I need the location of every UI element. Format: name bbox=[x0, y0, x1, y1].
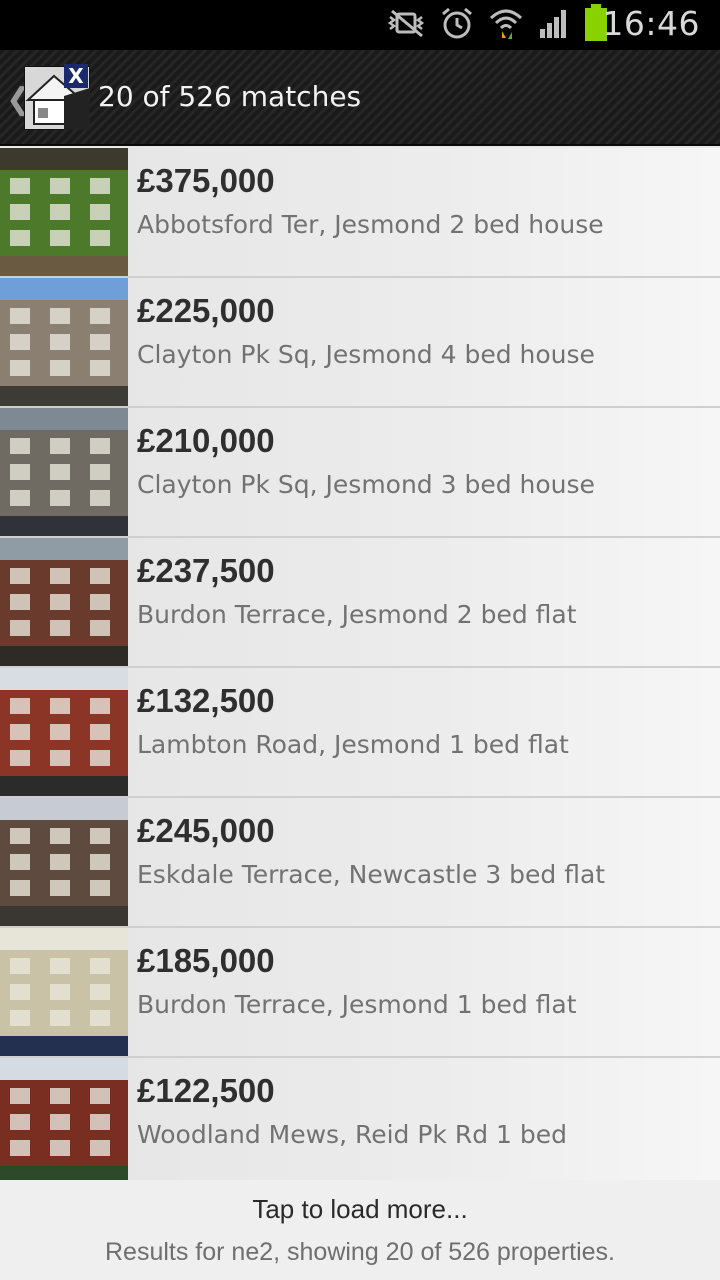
property-thumbnail bbox=[0, 798, 128, 926]
listing-row[interactable]: £237,500 Burdon Terrace, Jesmond 2 bed f… bbox=[0, 538, 720, 668]
listing-row[interactable]: £185,000 Burdon Terrace, Jesmond 1 bed f… bbox=[0, 928, 720, 1058]
property-thumbnail bbox=[0, 538, 128, 666]
vibrate-muted-icon bbox=[387, 8, 426, 42]
action-bar: ❮ X 20 of 526 matches bbox=[0, 50, 720, 146]
listing-price: £237,500 bbox=[137, 552, 275, 589]
app-logo[interactable]: X bbox=[23, 64, 91, 131]
alarm-icon bbox=[440, 6, 474, 44]
listing-list: £375,000 Abbotsford Ter, Jesmond 2 bed h… bbox=[0, 148, 720, 1188]
status-icons bbox=[387, 4, 608, 44]
listing-row[interactable]: £225,000 Clayton Pk Sq, Jesmond 4 bed ho… bbox=[0, 278, 720, 408]
listing-row[interactable]: £132,500 Lambton Road, Jesmond 1 bed fla… bbox=[0, 668, 720, 798]
property-thumbnail bbox=[0, 278, 128, 406]
listing-price: £185,000 bbox=[137, 942, 275, 979]
results-summary: Results for ne2, showing 20 of 526 prope… bbox=[104, 1238, 616, 1266]
logo-badge: X bbox=[64, 64, 88, 88]
listing-price: £122,500 bbox=[137, 1072, 275, 1109]
property-thumbnail bbox=[0, 928, 128, 1056]
load-more-button[interactable]: Tap to load more... bbox=[0, 1194, 720, 1225]
listing-price: £210,000 bbox=[137, 422, 275, 459]
listing-price: £245,000 bbox=[137, 812, 275, 849]
listing-address: Eskdale Terrace, Newcastle 3 bed flat bbox=[137, 860, 606, 889]
listing-price: £225,000 bbox=[137, 292, 275, 329]
listing-price: £375,000 bbox=[137, 162, 275, 199]
property-thumbnail bbox=[0, 668, 128, 796]
listing-address: Clayton Pk Sq, Jesmond 3 bed house bbox=[137, 470, 595, 499]
listing-price: £132,500 bbox=[137, 682, 275, 719]
property-thumbnail bbox=[0, 408, 128, 536]
page-title: 20 of 526 matches bbox=[98, 80, 362, 113]
property-thumbnail bbox=[0, 1058, 128, 1186]
listing-address: Abbotsford Ter, Jesmond 2 bed house bbox=[137, 210, 604, 239]
listing-address: Lambton Road, Jesmond 1 bed flat bbox=[137, 730, 569, 759]
listing-address: Woodland Mews, Reid Pk Rd 1 bed bbox=[137, 1120, 568, 1149]
listing-address: Clayton Pk Sq, Jesmond 4 bed house bbox=[137, 340, 595, 369]
listing-address: Burdon Terrace, Jesmond 2 bed flat bbox=[137, 600, 577, 629]
status-time: 16:46 bbox=[602, 4, 700, 43]
signal-icon bbox=[538, 7, 570, 43]
status-bar: 16:46 bbox=[0, 0, 720, 50]
property-thumbnail bbox=[0, 148, 128, 276]
wifi-icon bbox=[488, 6, 524, 44]
list-footer: Tap to load more... Results for ne2, sho… bbox=[0, 1180, 720, 1280]
listing-row[interactable]: £210,000 Clayton Pk Sq, Jesmond 3 bed ho… bbox=[0, 408, 720, 538]
listing-row[interactable]: £375,000 Abbotsford Ter, Jesmond 2 bed h… bbox=[0, 148, 720, 278]
listing-row[interactable]: £122,500 Woodland Mews, Reid Pk Rd 1 bed bbox=[0, 1058, 720, 1188]
listing-row[interactable]: £245,000 Eskdale Terrace, Newcastle 3 be… bbox=[0, 798, 720, 928]
listing-address: Burdon Terrace, Jesmond 1 bed flat bbox=[137, 990, 577, 1019]
